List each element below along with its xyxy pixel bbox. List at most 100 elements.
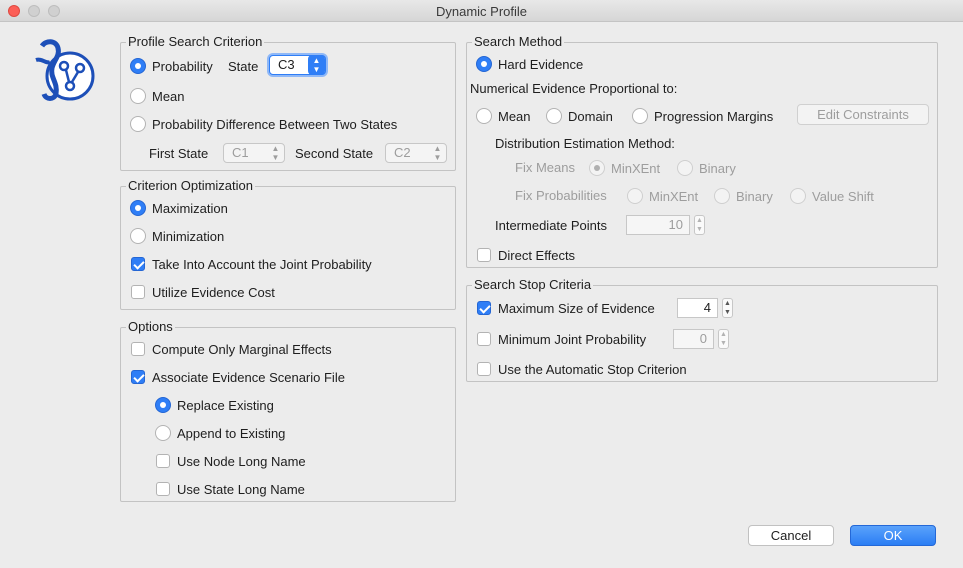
max-size-checkbox[interactable] — [477, 301, 491, 315]
state-long-checkbox[interactable] — [156, 482, 170, 496]
joint-prob-option[interactable]: Take Into Account the Joint Probability — [131, 254, 372, 274]
associate-label: Associate Evidence Scenario File — [152, 369, 345, 385]
direct-effects-option[interactable]: Direct Effects — [477, 245, 575, 265]
binary-radio[interactable] — [677, 160, 693, 176]
binary-option[interactable]: Binary — [677, 158, 736, 178]
domain-radio[interactable] — [546, 108, 562, 124]
min-joint-label: Minimum Joint Probability — [498, 331, 647, 347]
direct-effects-checkbox[interactable] — [477, 248, 491, 262]
mean-label: Mean — [152, 88, 185, 104]
replace-option[interactable]: Replace Existing — [155, 395, 274, 415]
state-long-label: Use State Long Name — [177, 481, 305, 497]
maximization-option[interactable]: Maximization — [130, 198, 228, 218]
minxent-option[interactable]: MinXEnt — [589, 158, 660, 178]
associate-checkbox[interactable] — [131, 370, 145, 384]
state-label: State — [228, 58, 259, 74]
append-option[interactable]: Append to Existing — [155, 423, 285, 443]
domain-label: Domain — [568, 108, 613, 124]
progression-label: Progression Margins — [654, 108, 774, 124]
max-size-stepper[interactable]: ▲ ▼ — [722, 298, 733, 318]
progression-radio[interactable] — [632, 108, 648, 124]
distribution-label: Distribution Estimation Method: — [495, 135, 675, 151]
append-radio[interactable] — [155, 425, 171, 441]
cancel-button[interactable]: Cancel — [748, 525, 834, 546]
edit-constraints-button[interactable]: Edit Constraints — [797, 104, 929, 125]
title-bar: Dynamic Profile — [0, 0, 963, 22]
probability-option[interactable]: Probability — [130, 56, 213, 76]
numerical-label: Numerical Evidence Proportional to: — [470, 80, 678, 96]
marginal-option[interactable]: Compute Only Marginal Effects — [131, 339, 332, 359]
value-shift-radio[interactable] — [790, 188, 806, 204]
joint-prob-label: Take Into Account the Joint Probability — [152, 256, 372, 272]
minimization-option[interactable]: Minimization — [130, 226, 224, 246]
window-title: Dynamic Profile — [435, 4, 528, 19]
automatic-checkbox[interactable] — [477, 362, 491, 376]
second-state-value: C2 — [394, 145, 411, 160]
mean-option[interactable]: Mean — [130, 86, 185, 106]
value-shift-option[interactable]: Value Shift — [790, 186, 874, 206]
automatic-option[interactable]: Use the Automatic Stop Criterion — [477, 359, 687, 379]
up-down-chevron-icon: ▲ ▼ — [308, 55, 325, 75]
sm-mean-option[interactable]: Mean — [476, 106, 531, 126]
joint-prob-checkbox[interactable] — [131, 257, 145, 271]
stop-criteria-title: Search Stop Criteria — [472, 277, 594, 293]
direct-effects-label: Direct Effects — [498, 247, 576, 263]
first-state-label: First State — [149, 145, 209, 161]
up-down-chevron-icon: ▲ ▼ — [271, 144, 280, 162]
marginal-checkbox[interactable] — [131, 342, 145, 356]
first-state-select[interactable]: C1 ▲ ▼ — [223, 143, 285, 163]
search-method-title: Search Method — [472, 34, 565, 50]
automatic-label: Use the Automatic Stop Criterion — [498, 361, 687, 377]
minimization-label: Minimization — [152, 228, 225, 244]
up-down-chevron-icon: ▲ ▼ — [433, 144, 442, 162]
binary2-option[interactable]: Binary — [714, 186, 773, 206]
binary-label: Binary — [699, 160, 736, 176]
binary2-radio[interactable] — [714, 188, 730, 204]
node-long-option[interactable]: Use Node Long Name — [156, 451, 306, 471]
progression-option[interactable]: Progression Margins — [632, 106, 773, 126]
minimization-radio[interactable] — [130, 228, 146, 244]
maximization-radio[interactable] — [130, 200, 146, 216]
dialog-window: Dynamic Profile Profile Search Criterion… — [0, 0, 963, 568]
min-joint-option[interactable]: Minimum Joint Probability — [477, 329, 646, 349]
evidence-cost-checkbox[interactable] — [131, 285, 145, 299]
criterion-optimization-title: Criterion Optimization — [126, 178, 255, 194]
state-select[interactable]: C3 ▲ ▼ — [269, 55, 326, 75]
marginal-label: Compute Only Marginal Effects — [152, 341, 332, 357]
state-long-option[interactable]: Use State Long Name — [156, 479, 305, 499]
prob-diff-option[interactable]: Probability Difference Between Two State… — [130, 114, 397, 134]
intermediate-input[interactable]: 10 — [626, 215, 690, 235]
probability-radio[interactable] — [130, 58, 146, 74]
min-joint-input[interactable]: 0 — [673, 329, 714, 349]
evidence-cost-label: Utilize Evidence Cost — [152, 284, 275, 300]
associate-option[interactable]: Associate Evidence Scenario File — [131, 367, 345, 387]
minxent2-option[interactable]: MinXEnt — [627, 186, 698, 206]
replace-radio[interactable] — [155, 397, 171, 413]
minxent-label: MinXEnt — [611, 160, 661, 176]
second-state-select[interactable]: C2 ▲ ▼ — [385, 143, 447, 163]
node-long-label: Use Node Long Name — [177, 453, 306, 469]
minxent2-radio[interactable] — [627, 188, 643, 204]
profile-search-title: Profile Search Criterion — [126, 34, 265, 50]
ok-button[interactable]: OK — [850, 525, 936, 546]
sm-mean-label: Mean — [498, 108, 531, 124]
min-joint-stepper[interactable]: ▲ ▼ — [718, 329, 729, 349]
evidence-cost-option[interactable]: Utilize Evidence Cost — [131, 282, 275, 302]
intermediate-stepper[interactable]: ▲ ▼ — [694, 215, 705, 235]
hard-evidence-radio[interactable] — [476, 56, 492, 72]
min-joint-checkbox[interactable] — [477, 332, 491, 346]
domain-option[interactable]: Domain — [546, 106, 613, 126]
fix-means-label: Fix Means — [515, 159, 575, 175]
value-shift-label: Value Shift — [812, 188, 874, 204]
minxent-radio[interactable] — [589, 160, 605, 176]
max-size-input[interactable]: 4 — [677, 298, 718, 318]
mean-radio[interactable] — [130, 88, 146, 104]
binary2-label: Binary — [736, 188, 773, 204]
node-long-checkbox[interactable] — [156, 454, 170, 468]
max-size-option[interactable]: Maximum Size of Evidence — [477, 298, 655, 318]
sm-mean-radio[interactable] — [476, 108, 492, 124]
prob-diff-radio[interactable] — [130, 116, 146, 132]
probability-label: Probability — [152, 58, 213, 74]
replace-label: Replace Existing — [177, 397, 274, 413]
hard-evidence-option[interactable]: Hard Evidence — [476, 54, 583, 74]
